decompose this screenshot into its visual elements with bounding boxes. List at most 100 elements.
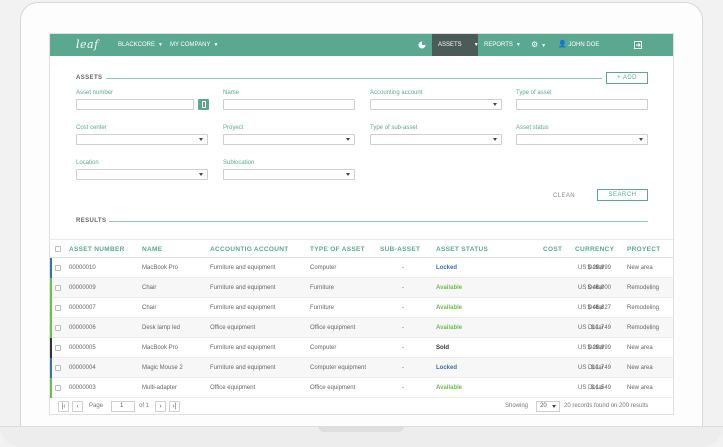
chevron-down-icon: [493, 103, 497, 106]
currency-cell: US Dollar: [578, 385, 604, 391]
col-cost[interactable]: COST: [543, 240, 562, 259]
currency-cell: US Dollar: [578, 305, 604, 311]
col-sub-asset[interactable]: SUB-ASSET: [380, 240, 420, 259]
currency-cell: US Dollar: [578, 285, 604, 291]
row-checkbox[interactable]: [55, 265, 61, 271]
nav-reports[interactable]: REPORTS ▼: [484, 34, 521, 56]
col-asset-status[interactable]: ASSET STATUS: [436, 240, 488, 259]
sublocation-select[interactable]: [223, 169, 355, 180]
chevron-down-icon: [346, 138, 350, 141]
table-header: ASSET NUMBER NAME ACCOUNTIG ACCOUNT TYPE…: [50, 239, 673, 259]
name-cell: Chair: [142, 285, 157, 291]
sub-asset-cell: -: [402, 285, 404, 291]
per-page-select[interactable]: 20: [536, 401, 560, 412]
chevron-down-icon: ▼: [213, 42, 219, 48]
chevron-down-icon: [552, 405, 556, 408]
col-currency[interactable]: CURRENCY: [575, 240, 614, 259]
row-checkbox[interactable]: [55, 365, 61, 371]
type-of-sub-asset-label: Type of sub-asset: [370, 125, 418, 131]
proyect-select[interactable]: [223, 134, 355, 145]
proyect-label: Proyect: [223, 125, 244, 131]
phone-icon[interactable]: [198, 99, 209, 110]
proyect-cell: New area: [627, 385, 653, 391]
type-of-asset-cell: Furniture: [310, 285, 335, 291]
type-of-asset-cell: Office equipment: [310, 325, 356, 331]
asset-status-select[interactable]: [516, 134, 648, 145]
col-accounting-account[interactable]: ACCOUNTIG ACCOUNT: [210, 240, 289, 259]
type-of-asset-cell: Computer equipment: [310, 365, 367, 371]
col-asset-number[interactable]: ASSET NUMBER: [69, 240, 125, 259]
first-page-button[interactable]: |‹: [58, 401, 69, 412]
row-checkbox[interactable]: [55, 325, 61, 331]
asset-number-label: Asset number: [76, 90, 114, 96]
col-proyect[interactable]: PROYECT: [627, 240, 661, 259]
row-checkbox[interactable]: [55, 345, 61, 351]
table-row[interactable]: 00000009 Chair Furniture and equipment Furn…: [50, 278, 673, 298]
currency-cell: US Dollar: [578, 365, 604, 371]
sub-asset-cell: -: [402, 345, 404, 351]
asset-status-cell: Available: [436, 305, 463, 311]
pie-chart-icon[interactable]: [418, 34, 430, 56]
table-row[interactable]: 00000004 Magic Mouse 2 Furniture and equip…: [50, 358, 673, 378]
clean-button[interactable]: CLEAN: [553, 193, 575, 199]
table-row[interactable]: 00000007 Chair Furniture and equipment Furn…: [50, 298, 673, 318]
chevron-down-icon: ▼: [473, 42, 479, 48]
sub-asset-cell: -: [402, 265, 404, 271]
asset-number-cell: 00000004: [69, 365, 96, 371]
top-nav: leaf BLACKCORE ▼ MY COMPANY ▼ ASSETS ▼ REPO…: [50, 34, 673, 56]
search-button[interactable]: SEARCH: [597, 189, 648, 201]
settings-menu[interactable]: ⚙ ▼: [531, 34, 546, 56]
logo[interactable]: leaf: [76, 38, 99, 51]
col-type-of-asset[interactable]: TYPE OF ASSET: [310, 240, 365, 259]
page-number-input[interactable]: 1: [111, 401, 135, 412]
asset-number-cell: 00000005: [69, 345, 96, 351]
type-of-sub-asset-select[interactable]: [370, 134, 502, 145]
type-of-asset-cell: Office equipment: [310, 385, 356, 391]
next-page-button[interactable]: ›: [155, 401, 166, 412]
company-menu-my-company[interactable]: MY COMPANY ▼: [170, 34, 218, 56]
type-of-asset-input[interactable]: [516, 99, 648, 110]
accounting-account-select[interactable]: [370, 99, 502, 110]
showing-label: Showing: [505, 403, 529, 409]
cost-center-select[interactable]: [76, 134, 208, 145]
name-input[interactable]: [223, 99, 355, 110]
proyect-cell: Remodeling: [627, 305, 660, 311]
chevron-down-icon: [493, 138, 497, 141]
cost-center-label: Cost center: [76, 125, 107, 131]
last-page-button[interactable]: ›|: [169, 401, 180, 412]
name-cell: Chair: [142, 305, 157, 311]
status-indicator-bar: [50, 358, 52, 378]
accounting-account-cell: Furniture and equipment: [210, 265, 276, 271]
table-row[interactable]: 00000003 Multi-adapter Office equipment Off…: [50, 378, 673, 398]
table-row[interactable]: 00000006 Desk lamp led Office equipment Off…: [50, 318, 673, 338]
status-indicator-bar: [50, 258, 52, 278]
row-checkbox[interactable]: [55, 285, 61, 291]
add-asset-button[interactable]: + ADD: [606, 72, 648, 84]
type-of-asset-cell: Computer: [310, 265, 337, 271]
select-all-checkbox[interactable]: [55, 246, 61, 252]
chevron-down-icon: ▼: [515, 42, 521, 48]
asset-number-input[interactable]: [76, 99, 194, 110]
accounting-account-cell: Furniture and equipment: [210, 285, 276, 291]
asset-number-cell: 00000007: [69, 305, 96, 311]
row-checkbox[interactable]: [55, 305, 61, 311]
user-menu[interactable]: 👤 JOHN DOE: [558, 34, 599, 56]
sub-asset-cell: -: [402, 365, 404, 371]
company-menu-blackcore[interactable]: BLACKCORE ▼: [118, 34, 163, 56]
prev-page-button[interactable]: ‹: [72, 401, 83, 412]
asset-status-label: Asset status: [516, 125, 549, 131]
table-row[interactable]: 00000005 MacBook Pro Furniture and equipme…: [50, 338, 673, 358]
logout-icon[interactable]: [634, 34, 642, 56]
location-select[interactable]: [76, 169, 208, 180]
row-checkbox[interactable]: [55, 385, 61, 391]
type-of-asset-cell: Computer: [310, 345, 337, 351]
name-label: Name: [223, 90, 240, 96]
col-name[interactable]: NAME: [142, 240, 162, 259]
nav-assets[interactable]: ASSETS ▼: [432, 34, 479, 56]
device-notch: [318, 426, 404, 432]
accounting-account-cell: Office equipment: [210, 325, 256, 331]
chevron-down-icon: [639, 138, 643, 141]
table-row[interactable]: 00000010 MacBook Pro Furniture and equipme…: [50, 258, 673, 278]
page-of-label: of 1: [139, 403, 150, 409]
name-cell: Multi-adapter: [142, 385, 178, 391]
